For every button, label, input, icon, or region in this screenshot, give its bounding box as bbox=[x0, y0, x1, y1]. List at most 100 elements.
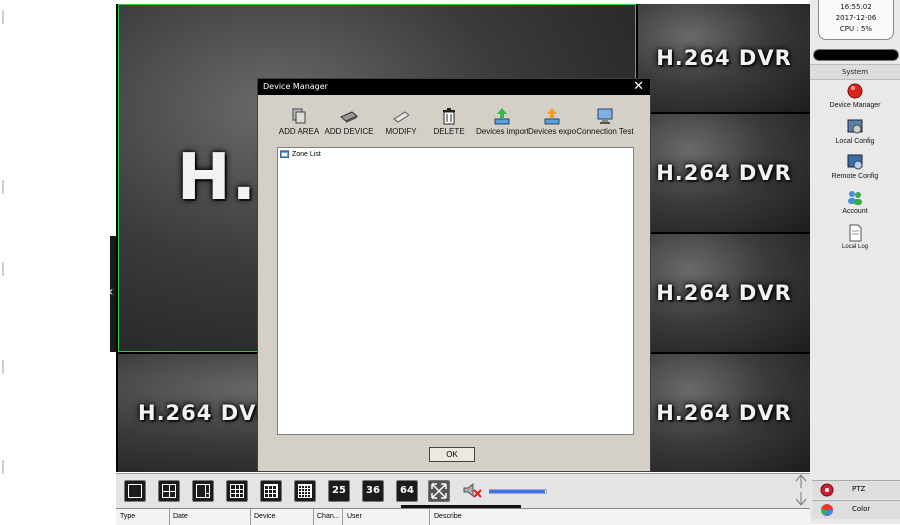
sidebar-item-label: Device Manager bbox=[829, 102, 881, 109]
add-device-button[interactable]: ADD DEVICE bbox=[323, 107, 375, 136]
delete-label: DELETE bbox=[433, 127, 465, 136]
sidebar-item-label: Local Log bbox=[841, 244, 869, 250]
tree-root-label: Zone List bbox=[292, 150, 321, 158]
device-manager-icon bbox=[847, 83, 863, 99]
dialog-title: Device Manager bbox=[263, 82, 328, 91]
collapse-arrow-icon[interactable]: ‹ bbox=[108, 284, 114, 300]
column-user[interactable]: User bbox=[347, 513, 362, 520]
delete-button[interactable]: DELETE bbox=[429, 107, 469, 136]
cpu-usage: CPU : 5% bbox=[839, 25, 873, 33]
column-divider bbox=[169, 509, 170, 525]
system-sidebar: 16:55:02 2017-12-06 CPU : 5% System Devi… bbox=[810, 0, 900, 524]
local-config-icon bbox=[847, 119, 863, 134]
tile-brand: H.264 DVR bbox=[656, 161, 792, 185]
tree-root-item[interactable]: Zone List bbox=[280, 150, 321, 158]
fullscreen-button[interactable] bbox=[428, 480, 450, 502]
video-tile[interactable]: H.264 DVR bbox=[638, 114, 810, 232]
add-area-button[interactable]: ADD AREA bbox=[277, 107, 321, 136]
margin-tick bbox=[2, 180, 4, 194]
video-tile[interactable]: H.264 DVR bbox=[638, 4, 810, 112]
layout-25-label: 25 bbox=[332, 485, 346, 496]
layout-9-icon bbox=[230, 484, 244, 498]
column-divider bbox=[313, 509, 314, 525]
ptz-button[interactable]: PTZ bbox=[812, 480, 900, 499]
sidebar-item-local-log[interactable]: Local Log bbox=[810, 224, 900, 250]
column-channel[interactable]: Chan... bbox=[317, 513, 340, 520]
margin-tick bbox=[2, 360, 4, 374]
ptz-icon bbox=[820, 483, 834, 497]
layout-36-label: 36 bbox=[366, 485, 380, 496]
devices-export-button[interactable]: Devices expor bbox=[528, 107, 576, 136]
left-margin bbox=[0, 0, 112, 524]
clock-panel: 16:55:02 2017-12-06 CPU : 5% bbox=[818, 0, 894, 40]
dialog-toolbar: ADD AREA ADD DEVICE MODIFY DELETE Device… bbox=[277, 107, 637, 145]
layout-64-button[interactable]: 64 bbox=[396, 480, 418, 502]
tile-brand: H.264 DVR bbox=[656, 401, 792, 425]
layout-1-icon bbox=[128, 484, 142, 498]
device-manager-dialog: Device Manager ✕ ADD AREA ADD DEVICE MOD… bbox=[257, 78, 651, 472]
devices-import-label: Devices import bbox=[476, 127, 528, 136]
column-type[interactable]: Type bbox=[120, 513, 135, 520]
margin-tick bbox=[2, 262, 4, 276]
clock-date: 2017-12-06 bbox=[835, 14, 877, 22]
layout-36-button[interactable]: 36 bbox=[362, 480, 384, 502]
column-date[interactable]: Date bbox=[173, 513, 188, 520]
import-icon bbox=[494, 108, 510, 125]
close-icon[interactable]: ✕ bbox=[633, 79, 644, 95]
column-describe[interactable]: Describe bbox=[434, 513, 462, 520]
layout-64-label: 64 bbox=[400, 485, 414, 496]
delete-icon bbox=[443, 108, 455, 125]
layout-6-button[interactable] bbox=[192, 480, 214, 502]
devices-export-label: Devices expor bbox=[528, 127, 576, 136]
color-button[interactable]: Color bbox=[812, 500, 900, 519]
layout-6-icon bbox=[196, 484, 210, 498]
video-tile[interactable]: H.264 DVR bbox=[638, 234, 810, 352]
layout-1-button[interactable] bbox=[124, 480, 146, 502]
devices-import-button[interactable]: Devices import bbox=[476, 107, 528, 136]
local-log-icon bbox=[849, 224, 862, 242]
color-icon bbox=[820, 504, 833, 516]
fullscreen-icon bbox=[431, 483, 447, 499]
sidebar-item-label: Local Config bbox=[835, 138, 875, 145]
export-icon bbox=[544, 108, 560, 125]
layout-13-button[interactable] bbox=[260, 480, 282, 502]
add-device-label: ADD DEVICE bbox=[324, 127, 374, 136]
video-tile[interactable]: H.264 DVR bbox=[638, 354, 810, 472]
layout-25-button[interactable]: 25 bbox=[328, 480, 350, 502]
layout-9-button[interactable] bbox=[226, 480, 248, 502]
ok-button[interactable]: OK bbox=[429, 447, 475, 462]
margin-tick bbox=[2, 460, 4, 474]
modify-button[interactable]: MODIFY bbox=[381, 107, 421, 136]
layout-16-icon bbox=[298, 484, 312, 498]
column-device[interactable]: Device bbox=[254, 513, 275, 520]
sidebar-item-label: Account bbox=[842, 208, 868, 215]
add-device-icon bbox=[340, 111, 358, 123]
zone-tree[interactable]: Zone List bbox=[277, 147, 634, 435]
layout-4-button[interactable] bbox=[158, 480, 180, 502]
layout-4-icon bbox=[162, 484, 176, 498]
account-icon bbox=[848, 191, 862, 205]
status-pill bbox=[813, 49, 899, 61]
section-header-system[interactable]: System bbox=[810, 64, 900, 80]
tile-brand: H.264 DVR bbox=[656, 46, 792, 70]
ptz-label: PTZ bbox=[852, 485, 866, 493]
layout-16-button[interactable] bbox=[294, 480, 316, 502]
connection-test-button[interactable]: Connection Test bbox=[576, 107, 634, 136]
modify-label: MODIFY bbox=[385, 127, 417, 136]
remote-config-icon bbox=[847, 154, 863, 170]
connection-test-icon bbox=[597, 108, 613, 124]
sidebar-item-local-config[interactable]: Local Config bbox=[810, 118, 900, 145]
sidebar-item-device-manager[interactable]: Device Manager bbox=[810, 82, 900, 109]
dialog-titlebar[interactable]: Device Manager ✕ bbox=[258, 79, 650, 95]
sidebar-item-account[interactable]: Account bbox=[810, 188, 900, 215]
scroll-arrows[interactable] bbox=[794, 474, 808, 506]
clock-time: 16:55:02 bbox=[840, 3, 872, 11]
log-table-header: Type Date Device Chan... User Describe bbox=[116, 508, 810, 525]
tile-brand: H.264 DVR bbox=[656, 281, 792, 305]
margin-tick bbox=[2, 10, 4, 24]
sidebar-item-remote-config[interactable]: Remote Config bbox=[810, 153, 900, 180]
column-divider bbox=[250, 509, 251, 525]
volume-mute-icon[interactable] bbox=[462, 480, 482, 502]
volume-slider-fill bbox=[489, 490, 545, 493]
connection-test-label: Connection Test bbox=[576, 127, 634, 136]
